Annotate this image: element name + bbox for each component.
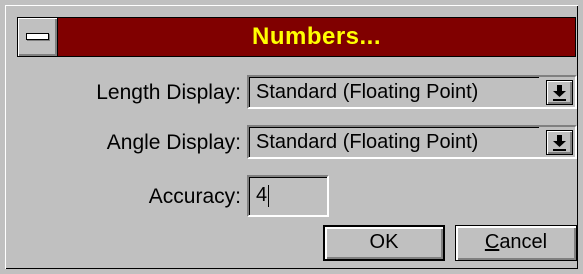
- cancel-mnemonic: C: [484, 231, 500, 253]
- system-menu-icon: [26, 33, 49, 40]
- ok-button[interactable]: OK: [323, 225, 445, 261]
- angle-display-dropdown[interactable]: Standard (Floating Point): [247, 125, 577, 159]
- numbers-dialog: Numbers... Length Display: Standard (Flo…: [0, 0, 583, 274]
- angle-display-label: Angle Display:: [106, 131, 241, 154]
- cancel-label-rest: ancel: [499, 231, 548, 253]
- accuracy-input[interactable]: 4: [247, 175, 329, 217]
- text-caret: [268, 184, 270, 207]
- length-display-dropdown[interactable]: Standard (Floating Point): [247, 75, 577, 109]
- dropdown-arrow-icon: [553, 135, 566, 151]
- length-display-dropdown-button[interactable]: [546, 80, 573, 105]
- accuracy-value[interactable]: 4: [256, 184, 267, 206]
- length-display-label: Length Display:: [96, 81, 241, 104]
- system-menu-button[interactable]: [18, 18, 58, 56]
- angle-display-value[interactable]: Standard (Floating Point): [249, 127, 539, 157]
- title-bar[interactable]: Numbers...: [17, 17, 576, 57]
- accuracy-input-text[interactable]: 4: [249, 177, 327, 215]
- angle-display-dropdown-button[interactable]: [546, 130, 573, 155]
- cancel-button[interactable]: Cancel: [455, 225, 577, 261]
- accuracy-label: Accuracy:: [148, 185, 241, 208]
- dialog-title: Numbers...: [251, 23, 382, 50]
- length-display-value[interactable]: Standard (Floating Point): [249, 77, 539, 107]
- dropdown-arrow-icon: [553, 85, 566, 101]
